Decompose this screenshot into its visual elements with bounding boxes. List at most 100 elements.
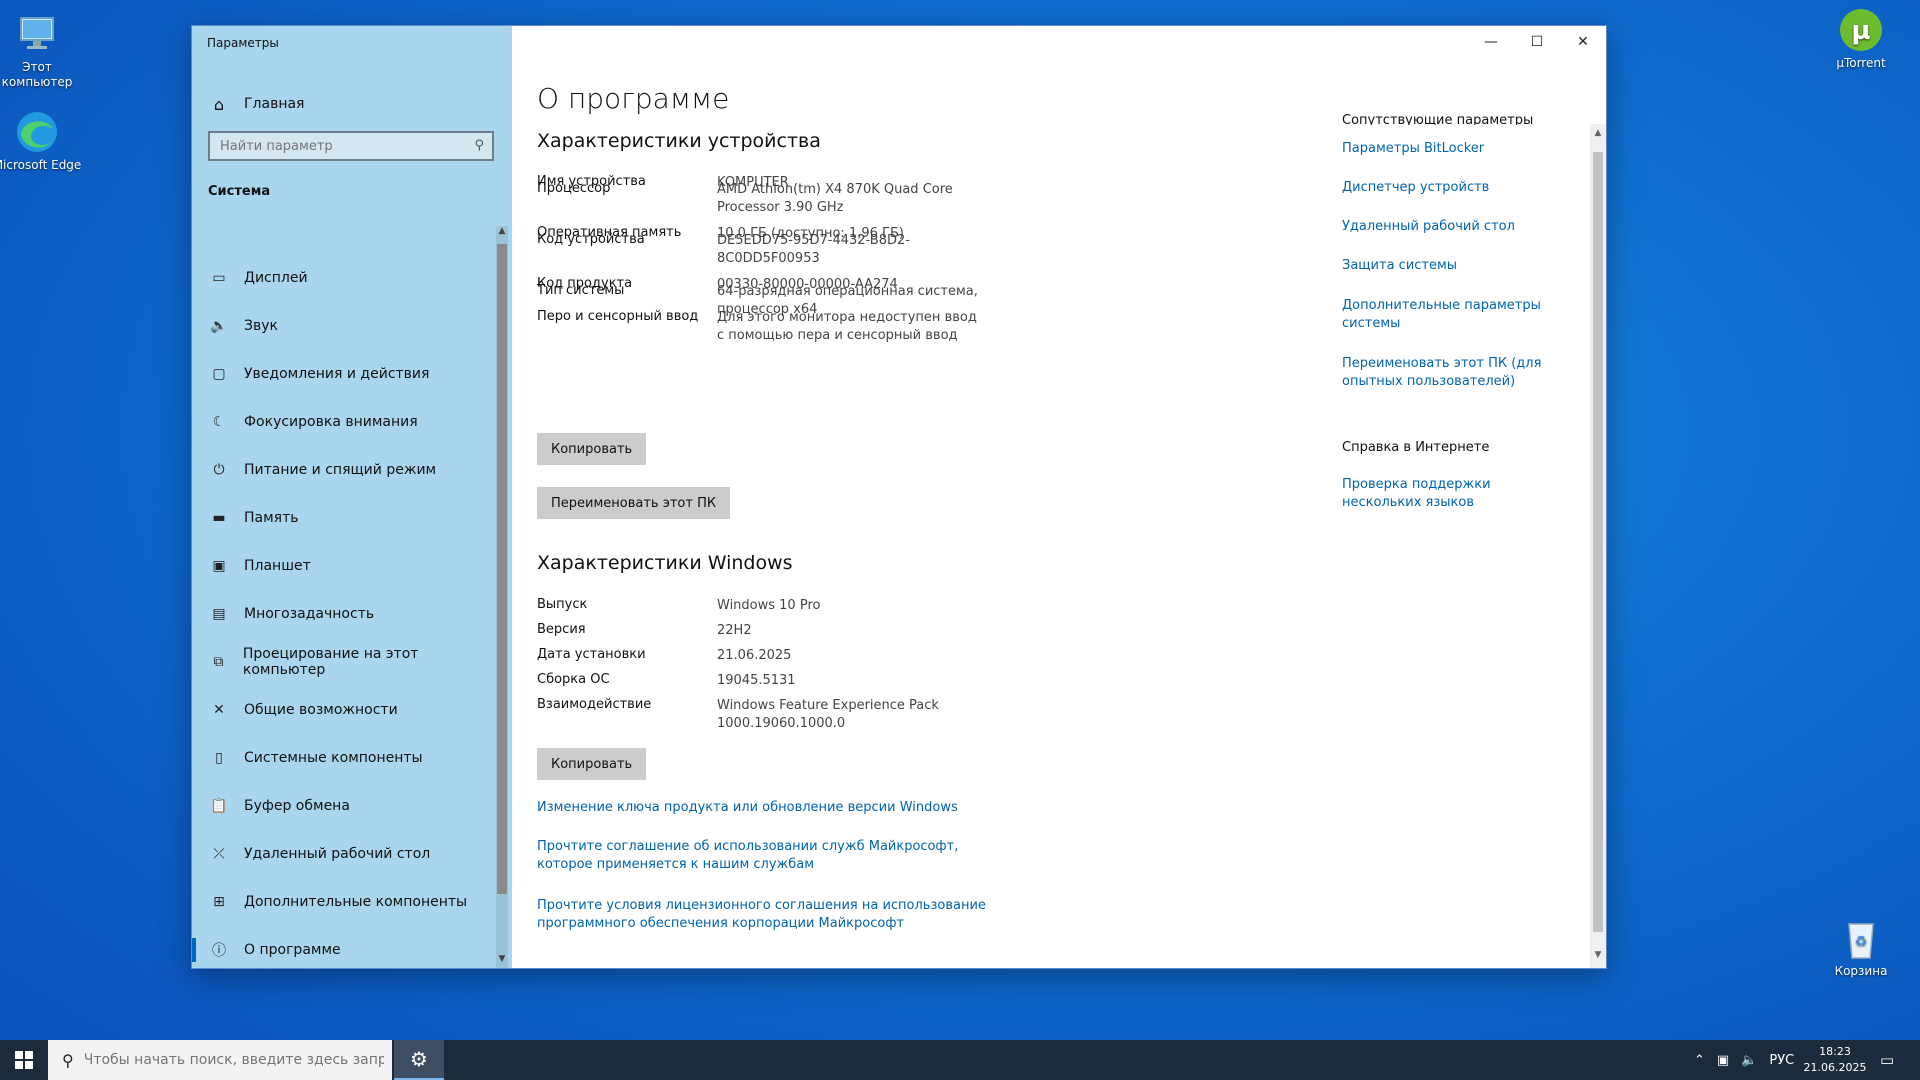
power-icon: ⏻ — [213, 462, 225, 478]
license-terms-link[interactable]: Прочтите условия лицензионного соглашени… — [537, 897, 997, 933]
taskbar: ⚲ ⚙ ⌃ ▣ 🔈 РУС 18:23 21.06.2025 ▭ — [0, 1040, 1920, 1080]
sidebar-item-label: Питание и спящий режим — [244, 462, 437, 478]
sidebar-item-label: Фокусировка внимания — [244, 414, 418, 430]
scroll-down-icon[interactable]: ▼ — [496, 954, 508, 968]
desktop-icon-label: Этот компьютер — [1, 60, 73, 89]
clock-date: 21.06.2025 — [1803, 1061, 1867, 1074]
spec-key: Дата установки — [537, 647, 646, 662]
desktop-icon-label: µTorrent — [1836, 56, 1886, 70]
clock[interactable]: 18:23 21.06.2025 — [1800, 1044, 1870, 1076]
spec-value: 21.06.2025 — [717, 648, 792, 663]
minimize-button[interactable]: — — [1468, 26, 1514, 58]
sound-icon: 🔈 — [210, 318, 228, 334]
change-product-key-link[interactable]: Изменение ключа продукта или обновление … — [537, 799, 997, 817]
scroll-up-icon[interactable]: ▲ — [1590, 128, 1606, 144]
minimize-icon: — — [1484, 34, 1498, 50]
system-components-icon: ▯ — [215, 750, 223, 766]
home-icon: ⌂ — [213, 94, 225, 114]
sidebar-item-projecting[interactable]: ⧉ Проецирование на этот компьютер — [192, 638, 492, 686]
main-scroll-thumb[interactable] — [1593, 152, 1603, 932]
desktop-icon-utorrent[interactable]: µ µTorrent — [1816, 6, 1906, 71]
sidebar-item-sound[interactable]: 🔈 Звук — [192, 302, 492, 350]
multi-language-support-link[interactable]: Проверка поддержки нескольких языков — [1342, 476, 1572, 512]
main-scrollbar[interactable]: ▲ ▼ — [1590, 124, 1606, 968]
sidebar-item-label: Дополнительные компоненты — [244, 894, 468, 910]
spec-value: 22H2 — [717, 623, 752, 638]
start-button[interactable] — [0, 1040, 48, 1080]
svg-text:µ: µ — [1851, 16, 1870, 46]
desktop-icon-edge[interactable]: Microsoft Edge — [0, 108, 82, 173]
sidebar-item-label: Планшет — [244, 558, 311, 574]
notifications-button[interactable]: ▭ — [1880, 1040, 1894, 1080]
close-button[interactable]: ✕ — [1560, 26, 1606, 58]
remote-desktop-link[interactable]: Удаленный рабочий стол — [1342, 218, 1572, 236]
network-icon[interactable]: ▣ — [1717, 1053, 1729, 1068]
chevron-up-icon[interactable]: ⌃ — [1694, 1053, 1705, 1068]
sidebar-item-label: Дисплей — [244, 270, 308, 286]
sidebar: Параметры ⌂ Главная ⚲ Система ▭ Дисплей 🔈… — [192, 26, 512, 968]
device-manager-link[interactable]: Диспетчер устройств — [1342, 179, 1572, 197]
focus-assist-icon: ☾ — [212, 414, 226, 430]
spec-key: Перо и сенсорный ввод — [537, 309, 699, 324]
taskbar-search[interactable]: ⚲ — [48, 1040, 392, 1080]
sidebar-item-multitasking[interactable]: ▤ Многозадачность — [192, 590, 492, 638]
sidebar-item-tablet[interactable]: ▣ Планшет — [192, 542, 492, 590]
volume-icon[interactable]: 🔈 — [1741, 1053, 1757, 1068]
sidebar-item-clipboard[interactable]: 📋 Буфер обмена — [192, 782, 492, 830]
sidebar-item-focus-assist[interactable]: ☾ Фокусировка внимания — [192, 398, 492, 446]
rename-pc-advanced-link[interactable]: Переименовать этот ПК (для опытных польз… — [1342, 355, 1572, 391]
clock-time: 18:23 — [1819, 1045, 1851, 1058]
rename-pc-button[interactable]: Переименовать этот ПК — [537, 487, 731, 519]
sidebar-item-label: Удаленный рабочий стол — [244, 846, 431, 862]
sidebar-item-about[interactable]: ⓘ О программе — [192, 926, 492, 974]
windows-logo-icon — [15, 1051, 33, 1069]
sidebar-item-label: Память — [244, 510, 299, 526]
sidebar-item-remote-desktop[interactable]: ⤫ Удаленный рабочий стол — [192, 830, 492, 878]
sidebar-item-shared-experiences[interactable]: ✕ Общие возможности — [192, 686, 492, 734]
tablet-icon: ▣ — [212, 558, 226, 574]
sidebar-item-display[interactable]: ▭ Дисплей — [192, 254, 492, 302]
sidebar-item-optional-features[interactable]: ⊞ Дополнительные компоненты — [192, 878, 492, 926]
close-icon: ✕ — [1577, 34, 1589, 50]
scroll-up-icon[interactable]: ▲ — [496, 226, 508, 240]
sidebar-item-system-components[interactable]: ▯ Системные компоненты — [192, 734, 492, 782]
shared-experiences-icon: ✕ — [213, 702, 225, 718]
spec-key: Код устройства — [537, 232, 645, 247]
bitlocker-settings-link[interactable]: Параметры BitLocker — [1342, 140, 1572, 158]
taskbar-settings-app[interactable]: ⚙ — [394, 1040, 444, 1080]
settings-search[interactable]: ⚲ — [208, 131, 494, 161]
device-specs-heading: Характеристики устройства — [537, 130, 821, 152]
sidebar-home[interactable]: ⌂ Главная — [192, 86, 492, 122]
sidebar-item-label: Общие возможности — [244, 702, 398, 718]
desktop-icon-recycle-bin[interactable]: ♻ Корзина — [1816, 914, 1906, 979]
related-settings-heading: Сопутствующие параметры — [1342, 113, 1534, 125]
taskbar-search-input[interactable] — [81, 1051, 386, 1069]
clipboard-icon: 📋 — [210, 798, 228, 814]
recycle-bin-icon: ♻ — [1837, 914, 1885, 962]
sidebar-item-power[interactable]: ⏻ Питание и спящий режим — [192, 446, 492, 494]
online-help-heading: Справка в Интернете — [1342, 440, 1490, 455]
sidebar-home-label: Главная — [244, 96, 305, 112]
spec-key: Тип системы — [537, 283, 625, 298]
sidebar-item-label: Звук — [244, 318, 278, 334]
settings-search-input[interactable] — [210, 133, 460, 159]
copy-windows-specs-button[interactable]: Копировать — [537, 748, 647, 780]
desktop-icon-this-pc[interactable]: Этот компьютер — [0, 10, 82, 90]
language-indicator[interactable]: РУС — [1769, 1053, 1794, 1068]
settings-window: Параметры ⌂ Главная ⚲ Система ▭ Дисплей 🔈… — [192, 26, 1606, 968]
scroll-down-icon[interactable]: ▼ — [1590, 950, 1606, 966]
copy-device-specs-button[interactable]: Копировать — [537, 433, 647, 465]
advanced-system-settings-link[interactable]: Дополнительные параметры системы — [1342, 297, 1572, 333]
action-center-icon: ▭ — [1880, 1051, 1895, 1069]
services-agreement-link[interactable]: Прочтите соглашение об использовании слу… — [537, 838, 997, 874]
gear-icon: ⚙ — [410, 1047, 428, 1071]
sidebar-scroll-thumb[interactable] — [497, 244, 507, 894]
sidebar-item-notifications[interactable]: ▢ Уведомления и действия — [192, 350, 492, 398]
sidebar-scrollbar[interactable]: ▲ ▼ — [496, 226, 508, 968]
maximize-icon: ☐ — [1530, 34, 1544, 50]
system-protection-link[interactable]: Защита системы — [1342, 257, 1572, 275]
search-icon: ⚲ — [474, 138, 484, 153]
maximize-button[interactable]: ☐ — [1514, 26, 1560, 58]
sidebar-item-storage[interactable]: ▬ Память — [192, 494, 492, 542]
storage-icon: ▬ — [212, 510, 226, 526]
